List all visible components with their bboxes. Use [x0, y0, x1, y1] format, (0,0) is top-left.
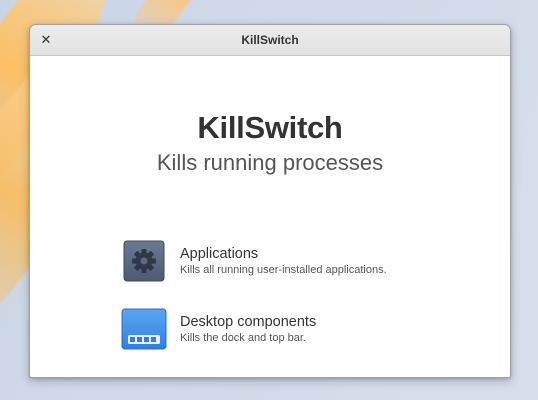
applications-option-button[interactable]: Applications Kills all running user-inst… — [121, 238, 441, 284]
applications-gear-icon — [121, 238, 167, 284]
main-content: KillSwitch Kills running processes Appli… — [30, 56, 510, 377]
app-heading: KillSwitch — [197, 110, 343, 145]
desktop-components-label: Desktop components — [180, 314, 317, 330]
app-subheading: Kills running processes — [156, 150, 384, 175]
desktop-components-description: Kills the dock and top bar. — [180, 332, 306, 344]
titlebar[interactable]: ✕ KillSwitch — [30, 25, 510, 56]
window-title: KillSwitch — [241, 33, 299, 47]
desktop-components-option-button[interactable]: Desktop components Kills the dock and to… — [121, 306, 441, 352]
applications-description: Kills all running user-installed applica… — [180, 264, 387, 276]
desktop-dock-icon — [121, 306, 167, 352]
app-window: ✕ KillSwitch KillSwitch Kills running pr… — [29, 24, 511, 378]
applications-label: Applications — [180, 246, 259, 262]
